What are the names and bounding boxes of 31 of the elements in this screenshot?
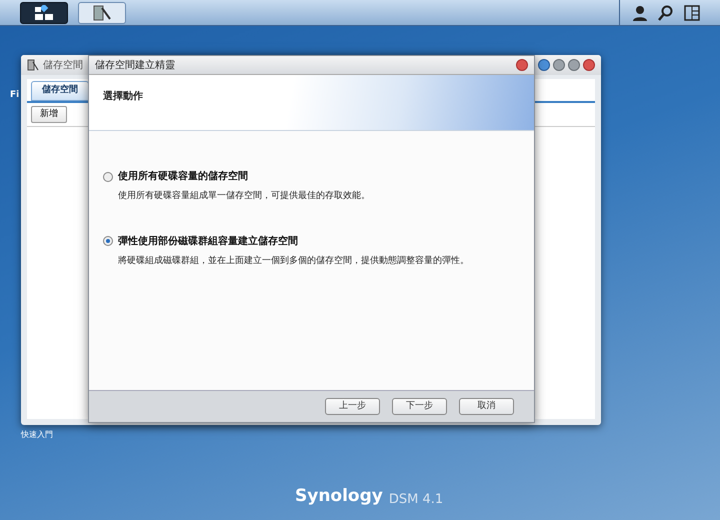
- dialog-button[interactable]: 下一步: [392, 398, 447, 415]
- dialog-title: 儲存空間建立精靈: [95, 58, 175, 72]
- widgets-icon[interactable]: [684, 4, 700, 20]
- desktop-icon-label[interactable]: Fi: [10, 89, 20, 102]
- brand-logo: Synology: [295, 485, 383, 508]
- main-menu-button[interactable]: [20, 2, 68, 24]
- window-title: 儲存空間: [43, 58, 83, 72]
- maximize-icon[interactable]: [568, 59, 580, 71]
- radio-button[interactable]: [103, 172, 113, 182]
- storage-app-button[interactable]: [78, 2, 126, 24]
- help-icon[interactable]: [538, 59, 550, 71]
- minimize-icon[interactable]: [553, 59, 565, 71]
- radio-button[interactable]: [103, 236, 113, 246]
- step-heading: 選擇動作: [103, 91, 143, 102]
- toolbar-button[interactable]: 新增: [31, 106, 67, 123]
- dialog-button[interactable]: 上一步: [325, 398, 380, 415]
- option-label[interactable]: 彈性使用部份磁碟群組容量建立儲存空間: [118, 234, 298, 248]
- grid-icon: [33, 4, 55, 20]
- user-icon[interactable]: [632, 4, 648, 20]
- close-icon[interactable]: [583, 59, 595, 71]
- disk-wand-icon: [92, 4, 112, 22]
- product-version: DSM 4.1: [388, 491, 444, 509]
- option-description: 使用所有硬碟容量組成單一儲存空間，可提供最佳的存取效能。: [117, 190, 371, 203]
- search-icon[interactable]: [658, 4, 674, 20]
- option-description: 將硬碟組成磁碟群組，並在上面建立一個到多個的儲存空間，提供動態調整容量的彈性。: [117, 254, 470, 268]
- tab[interactable]: 儲存空間: [31, 81, 89, 100]
- option-label[interactable]: 使用所有硬碟容量的儲存空間: [118, 169, 248, 184]
- shortcut-label[interactable]: 快速入門: [21, 429, 53, 441]
- close-icon[interactable]: [516, 59, 528, 71]
- dialog-button[interactable]: 取消: [459, 398, 514, 415]
- app-icon: [27, 59, 39, 71]
